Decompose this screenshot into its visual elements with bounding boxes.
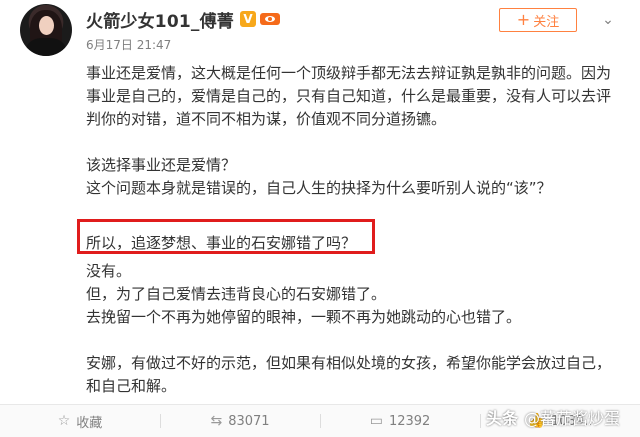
repost-count: 83071 xyxy=(228,413,270,429)
post-timestamp[interactable]: 6月17日 21:47 xyxy=(86,36,171,53)
content-line: 去挽留一个不再为她停留的眼神，一颗不再为她跳动的心也错了。 xyxy=(86,308,522,326)
follow-label: 关注 xyxy=(533,14,560,30)
comment-icon: ▭ xyxy=(369,413,383,429)
repost-icon: ⇆ xyxy=(210,413,223,429)
user-avatar[interactable] xyxy=(20,4,72,56)
watermark-account: @蕃茄酱炒蛋 xyxy=(524,409,621,428)
content-line: 事业还是爱情，这大概是任何一个顶级辩手都无法去辩证孰是孰非的问题。因为 xyxy=(86,64,612,82)
username-link[interactable]: 火箭少女101_傅菁 xyxy=(86,7,234,32)
star-icon: ☆ xyxy=(57,413,71,429)
comment-count: 12392 xyxy=(388,413,431,429)
favorite-label: 收藏 xyxy=(76,415,103,431)
member-icon xyxy=(260,11,280,27)
content-line: 这个问题本身就是错误的，自己人生的抉择为什么要听别人说的“该”？ xyxy=(86,179,552,197)
weibo-post: 火箭少女101_傅菁 V 6月17日 21:47 + 关注 ⌄ 事业还是爱情，这… xyxy=(0,0,640,437)
content-line: 但，为了自己爱情去违背良心的石安娜错了。 xyxy=(86,285,387,303)
content-line: 安娜，有做过不好的示范，但如果有相似处境的女孩，希望你能学会放过自己， xyxy=(86,354,612,372)
watermark: 头条 @蕃茄酱炒蛋 xyxy=(486,404,620,430)
watermark-platform: 头条 xyxy=(486,409,519,428)
content-line: 和自己和解。 xyxy=(86,377,177,395)
content-blank xyxy=(86,329,616,352)
content-line: 没有。 xyxy=(86,262,132,280)
content-line: 事业是自己的，爱情是自己的，只有自己知道，什么是最重要，没有人可以去评 xyxy=(86,87,612,105)
chevron-down-icon[interactable]: ⌄ xyxy=(596,9,620,31)
content-blank xyxy=(86,131,616,154)
follow-button[interactable]: + 关注 xyxy=(499,8,577,32)
content-line: 该选择事业还是爱情？ xyxy=(86,156,237,174)
repost-button[interactable]: ⇆ 83071 xyxy=(160,405,320,437)
red-highlight-box xyxy=(77,219,375,254)
username-row: 火箭少女101_傅菁 V xyxy=(86,7,280,32)
content-line: 判你的对错，道不同不相为谋，价值观不同分道扬镳。 xyxy=(86,110,447,128)
verified-icon: V xyxy=(240,11,256,27)
favorite-button[interactable]: ☆ 收藏 xyxy=(0,405,160,437)
avatar-body xyxy=(26,38,66,56)
plus-icon: + xyxy=(516,10,531,29)
comment-button[interactable]: ▭ 12392 xyxy=(320,405,480,437)
avatar-face xyxy=(39,16,54,35)
